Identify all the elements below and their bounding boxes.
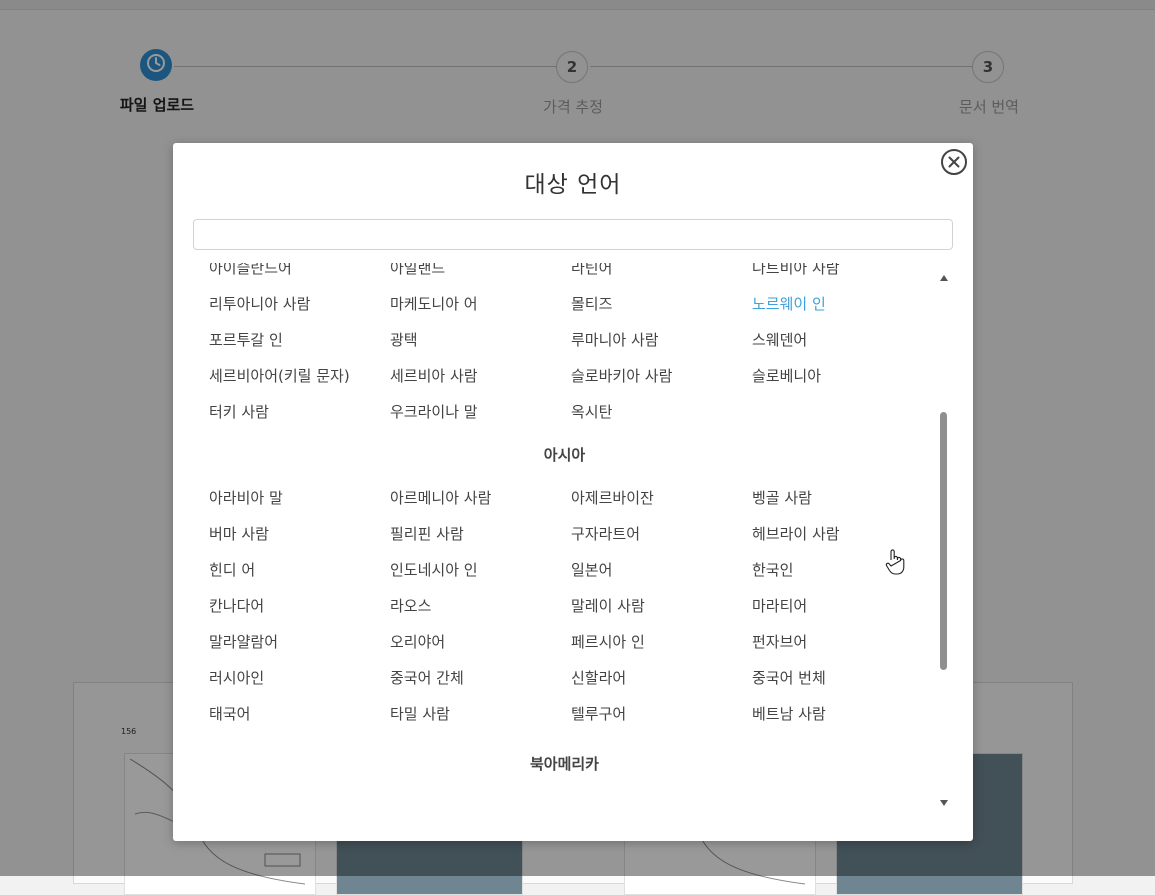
language-option[interactable]: 루마니아 사람: [555, 329, 736, 350]
language-option[interactable]: 중국어 간체: [374, 667, 555, 688]
language-row: 태국어 타밀 사람 텔루구어 베트남 사람: [193, 695, 936, 731]
language-option[interactable]: 라오스: [374, 595, 555, 616]
language-option[interactable]: 신할라어: [555, 667, 736, 688]
close-button[interactable]: [941, 149, 967, 175]
region-header: 아시아: [543, 445, 586, 464]
language-option[interactable]: 노르웨이 인: [736, 293, 936, 314]
language-row: 러시아인 중국어 간체 신할라어 중국어 번체: [193, 659, 936, 695]
language-row: 버마 사람 필리핀 사람 구자라트어 헤브라이 사람: [193, 515, 936, 551]
language-row: 터키 사람 우크라이나 말 옥시탄: [193, 393, 936, 429]
scroll-down-arrow-icon[interactable]: [940, 800, 948, 806]
language-option[interactable]: 옥시탄: [555, 401, 736, 422]
language-option[interactable]: 중국어 번체: [736, 667, 936, 688]
language-option[interactable]: 마라티어: [736, 595, 936, 616]
language-option[interactable]: 인도네시아 인: [374, 559, 555, 580]
language-option[interactable]: 버마 사람: [193, 523, 374, 544]
language-search-input[interactable]: [193, 219, 953, 250]
language-option[interactable]: 구자라트어: [555, 523, 736, 544]
language-option[interactable]: 포르투갈 인: [193, 329, 374, 350]
language-row: 리투아니아 사람 마케도니아 어 몰티즈 노르웨이 인: [193, 285, 936, 321]
language-option[interactable]: 아이슬란드어: [193, 263, 374, 278]
language-option[interactable]: 칸나다어: [193, 595, 374, 616]
language-row: 힌디 어 인도네시아 인 일본어 한국인: [193, 551, 936, 587]
language-option[interactable]: 슬로베니아: [736, 365, 936, 386]
language-option[interactable]: 펀자브어: [736, 631, 936, 652]
language-option[interactable]: 오리야어: [374, 631, 555, 652]
language-option[interactable]: 헤브라이 사람: [736, 523, 936, 544]
language-option[interactable]: 아제르바이잔: [555, 487, 736, 508]
language-option[interactable]: 한국인: [736, 559, 936, 580]
language-list: 아이슬란드어 아일랜드 라틴어 나트비아 사람 리투아니아 사람 마케도니아 어 몰티즈 노르…: [193, 263, 936, 836]
language-row: 칸나다어 라오스 말레이 사람 마라티어: [193, 587, 936, 623]
target-language-modal: 대상 언어 아이슬란드어 아일랜드 라틴어 나트비아 사람 리투아니아 사람 마케도니아 …: [173, 143, 973, 841]
language-option[interactable]: 몰티즈: [555, 293, 736, 314]
language-row: 아라비아 말 아르메니아 사람 아제르바이잔 벵골 사람: [193, 479, 936, 515]
language-option[interactable]: 말라얄람어: [193, 631, 374, 652]
language-option[interactable]: 베트남 사람: [736, 703, 936, 724]
language-option[interactable]: 타밀 사람: [374, 703, 555, 724]
language-option[interactable]: 러시아인: [193, 667, 374, 688]
language-option[interactable]: 광택: [374, 329, 555, 350]
language-option[interactable]: 일본어: [555, 559, 736, 580]
language-option[interactable]: 세르비아어(키릴 문자): [193, 365, 374, 386]
close-icon: [948, 153, 960, 172]
language-list-scrollbar[interactable]: [939, 273, 949, 813]
language-option[interactable]: 아라비아 말: [193, 487, 374, 508]
region-header: 북아메리카: [529, 754, 599, 773]
language-option[interactable]: 아일랜드: [374, 263, 555, 278]
language-option[interactable]: 아르메니아 사람: [374, 487, 555, 508]
language-row: 세르비아어(키릴 문자) 세르비아 사람 슬로바키아 사람 슬로베니아: [193, 357, 936, 393]
language-option[interactable]: 슬로바키아 사람: [555, 365, 736, 386]
modal-title: 대상 언어: [524, 172, 622, 198]
language-option[interactable]: 텔루구어: [555, 703, 736, 724]
language-option[interactable]: 라틴어: [555, 263, 736, 278]
language-option[interactable]: 마케도니아 어: [374, 293, 555, 314]
language-row: 아이슬란드어 아일랜드 라틴어 나트비아 사람: [193, 263, 936, 285]
language-option[interactable]: 페르시아 인: [555, 631, 736, 652]
scrollbar-thumb[interactable]: [940, 412, 947, 670]
language-list-content: 아이슬란드어 아일랜드 라틴어 나트비아 사람 리투아니아 사람 마케도니아 어 몰티즈 노르…: [193, 263, 936, 795]
language-option[interactable]: 스웨덴어: [736, 329, 936, 350]
language-option[interactable]: 세르비아 사람: [374, 365, 555, 386]
language-option[interactable]: 터키 사람: [193, 401, 374, 422]
language-option[interactable]: 리투아니아 사람: [193, 293, 374, 314]
language-option[interactable]: 태국어: [193, 703, 374, 724]
language-option[interactable]: 나트비아 사람: [736, 263, 936, 278]
language-option[interactable]: 말레이 사람: [555, 595, 736, 616]
language-option[interactable]: 우크라이나 말: [374, 401, 555, 422]
language-row: 포르투갈 인 광택 루마니아 사람 스웨덴어: [193, 321, 936, 357]
hand-pointer-icon: [885, 548, 905, 576]
language-option[interactable]: 벵골 사람: [736, 487, 936, 508]
scroll-up-arrow-icon[interactable]: [940, 275, 948, 281]
language-option[interactable]: 힌디 어: [193, 559, 374, 580]
language-row: 말라얄람어 오리야어 페르시아 인 펀자브어: [193, 623, 936, 659]
language-option[interactable]: 필리핀 사람: [374, 523, 555, 544]
